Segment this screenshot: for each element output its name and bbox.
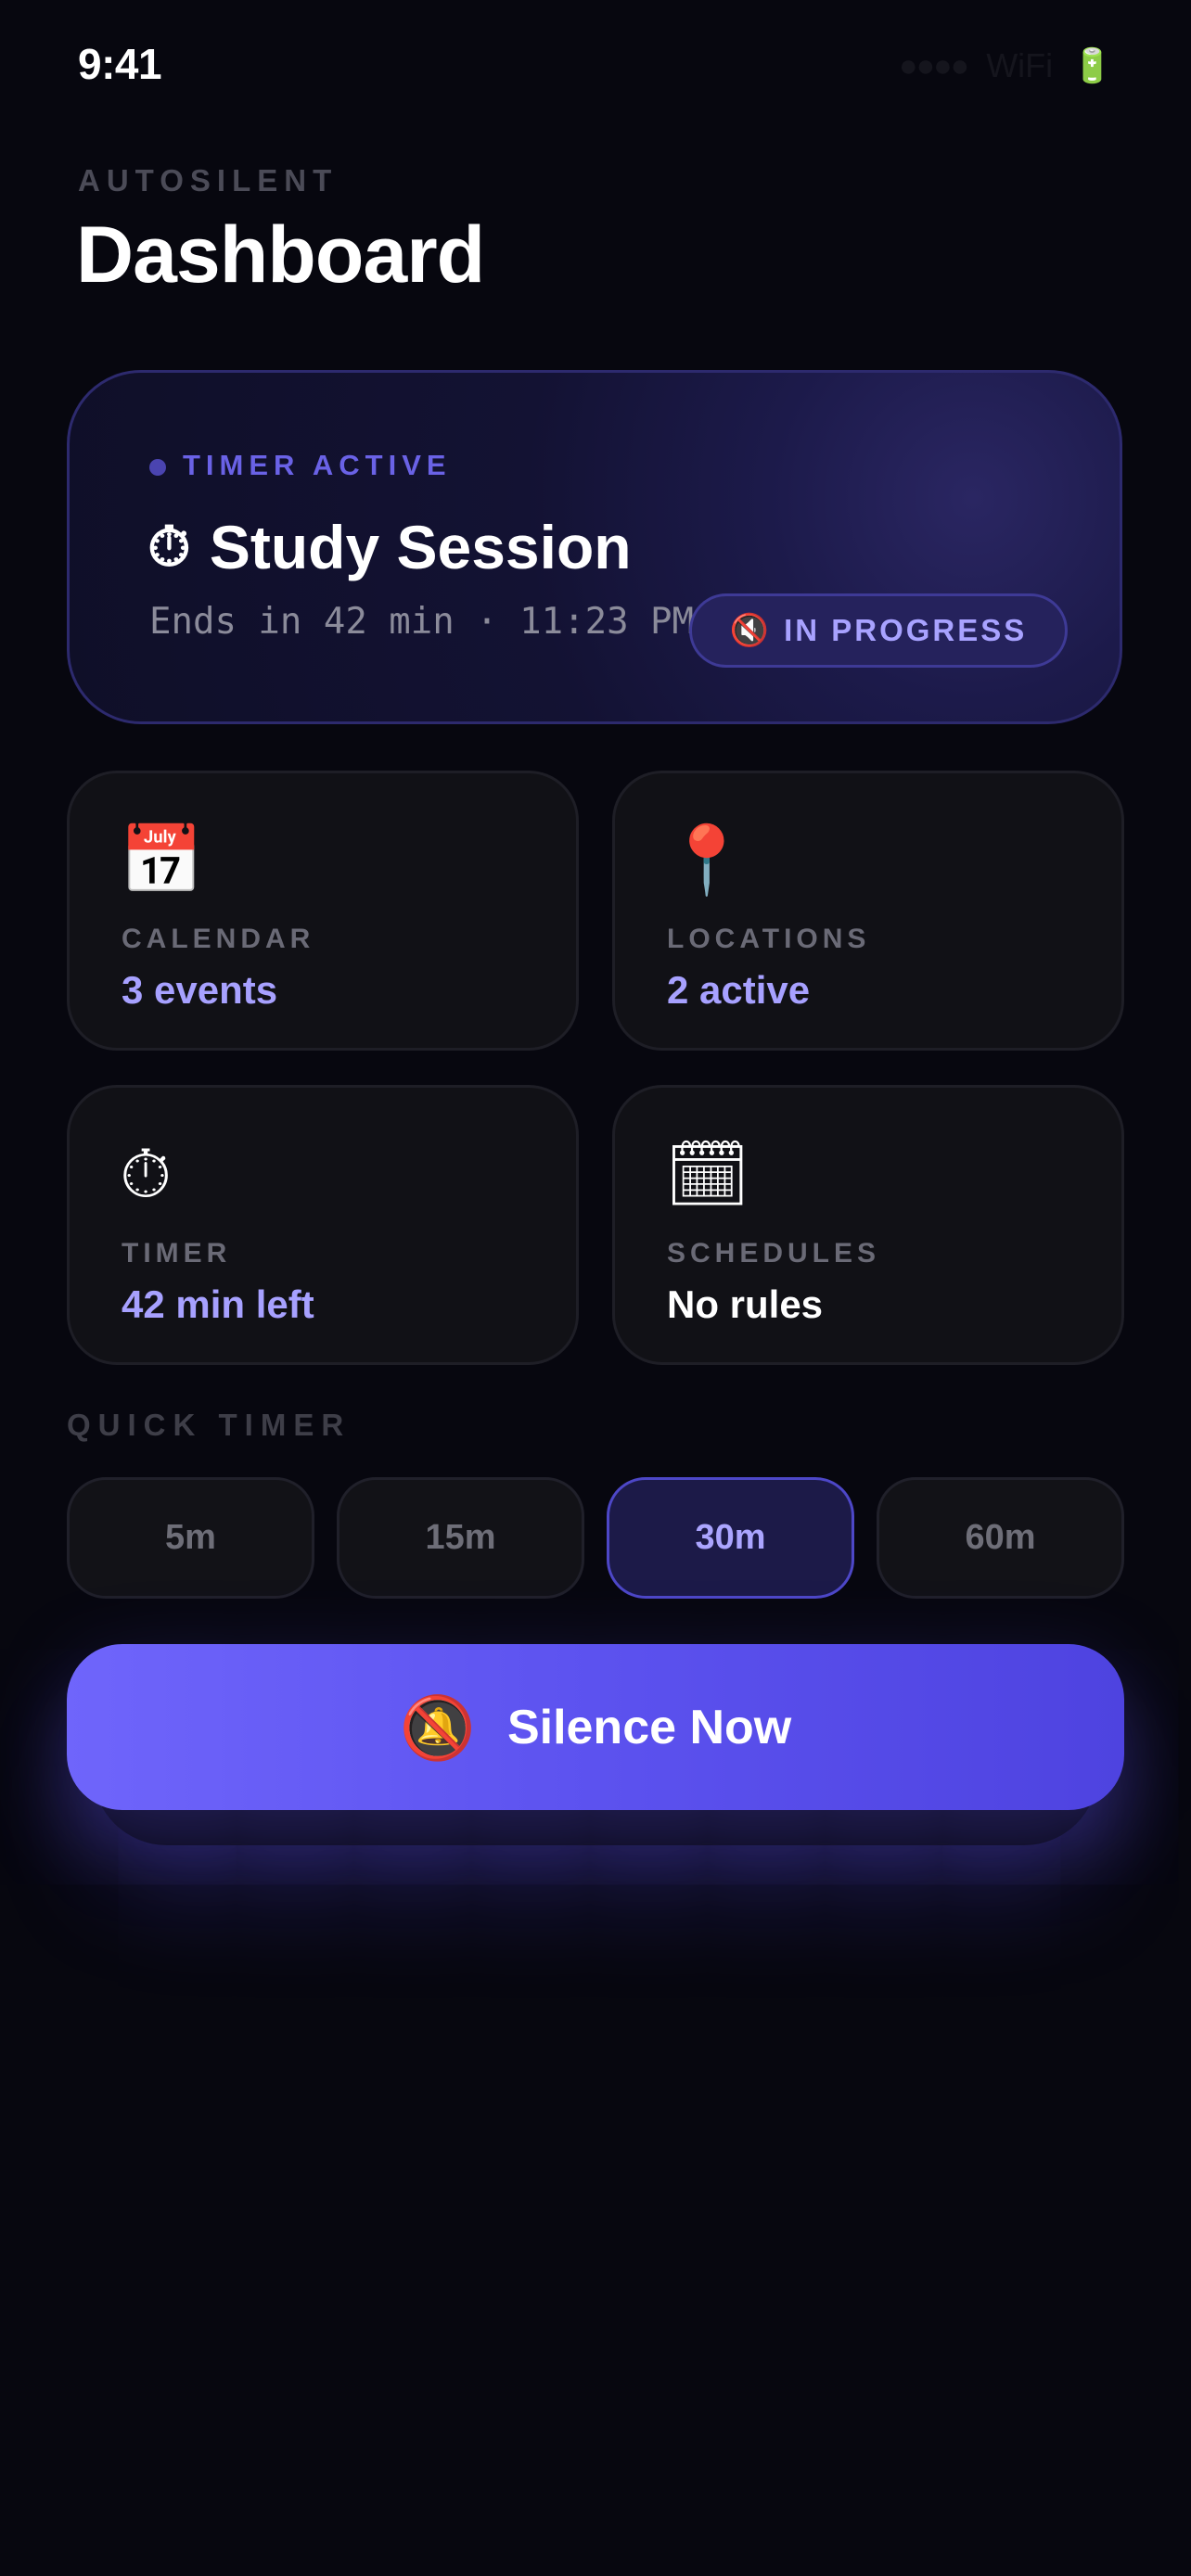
status-bar: 9:41 ●●●● WiFi 🔋: [0, 0, 1191, 139]
card-value: No rules: [667, 1282, 824, 1326]
silence-now-label: Silence Now: [506, 1700, 792, 1754]
session-title: ⏱ Study Session: [147, 512, 632, 582]
quick-timer-label: QUICK TIMER: [67, 1408, 352, 1442]
muted-speaker-icon: 🔇: [729, 613, 770, 648]
schedules-card[interactable]: 🗓 SCHEDULES No rules: [612, 1085, 1124, 1365]
session-name: Study Session: [209, 513, 632, 581]
card-value: 2 active: [667, 968, 811, 1012]
status-dot-icon: [149, 459, 166, 476]
silence-now-button[interactable]: 🔕 Silence Now: [67, 1644, 1124, 1810]
status-indicators: ●●●● WiFi 🔋: [899, 46, 1113, 85]
session-end-time: Ends in 42 min · 11:23 PM: [149, 601, 694, 643]
timer-active-row: TIMER ACTIVE: [149, 449, 452, 482]
active-timer-card[interactable]: TIMER ACTIVE ⏱ Study Session Ends in 42 …: [67, 370, 1122, 724]
card-value: 3 events: [122, 968, 278, 1012]
card-label: CALENDAR: [122, 924, 315, 954]
quick-timer-30m-button[interactable]: 30m: [607, 1477, 854, 1599]
status-badge: 🔇 IN PROGRESS: [689, 593, 1068, 668]
timer-card[interactable]: ⏱ TIMER 42 min left: [67, 1085, 579, 1365]
quick-timer-15m-button[interactable]: 15m: [337, 1477, 584, 1599]
bell-off-icon: 🔕: [399, 1692, 476, 1762]
locations-card[interactable]: 📍 LOCATIONS 2 active: [612, 771, 1124, 1051]
signal-icon: ●●●●: [899, 47, 969, 83]
status-badge-label: IN PROGRESS: [784, 613, 1028, 647]
status-time: 9:41: [78, 40, 162, 88]
card-label: SCHEDULES: [667, 1238, 881, 1269]
stopwatch-icon: ⏱: [147, 516, 191, 578]
quick-timer-60m-button[interactable]: 60m: [877, 1477, 1124, 1599]
wifi-icon: WiFi: [986, 46, 1054, 84]
timer-active-label: TIMER ACTIVE: [183, 449, 452, 481]
stopwatch-icon: ⏱: [120, 1138, 173, 1212]
location-pin-icon: 📍: [665, 823, 749, 898]
app-name: AUTOSILENT: [78, 163, 339, 198]
page-title: Dashboard: [76, 210, 485, 300]
card-label: TIMER: [122, 1238, 232, 1269]
schedule-calendar-icon: 🗓: [665, 1138, 750, 1212]
calendar-card[interactable]: 📅 CALENDAR 3 events: [67, 771, 579, 1051]
card-label: LOCATIONS: [667, 924, 871, 954]
battery-icon: 🔋: [1071, 46, 1113, 84]
calendar-icon: 📅: [120, 823, 203, 898]
card-value: 42 min left: [122, 1282, 314, 1326]
quick-timer-5m-button[interactable]: 5m: [67, 1477, 314, 1599]
